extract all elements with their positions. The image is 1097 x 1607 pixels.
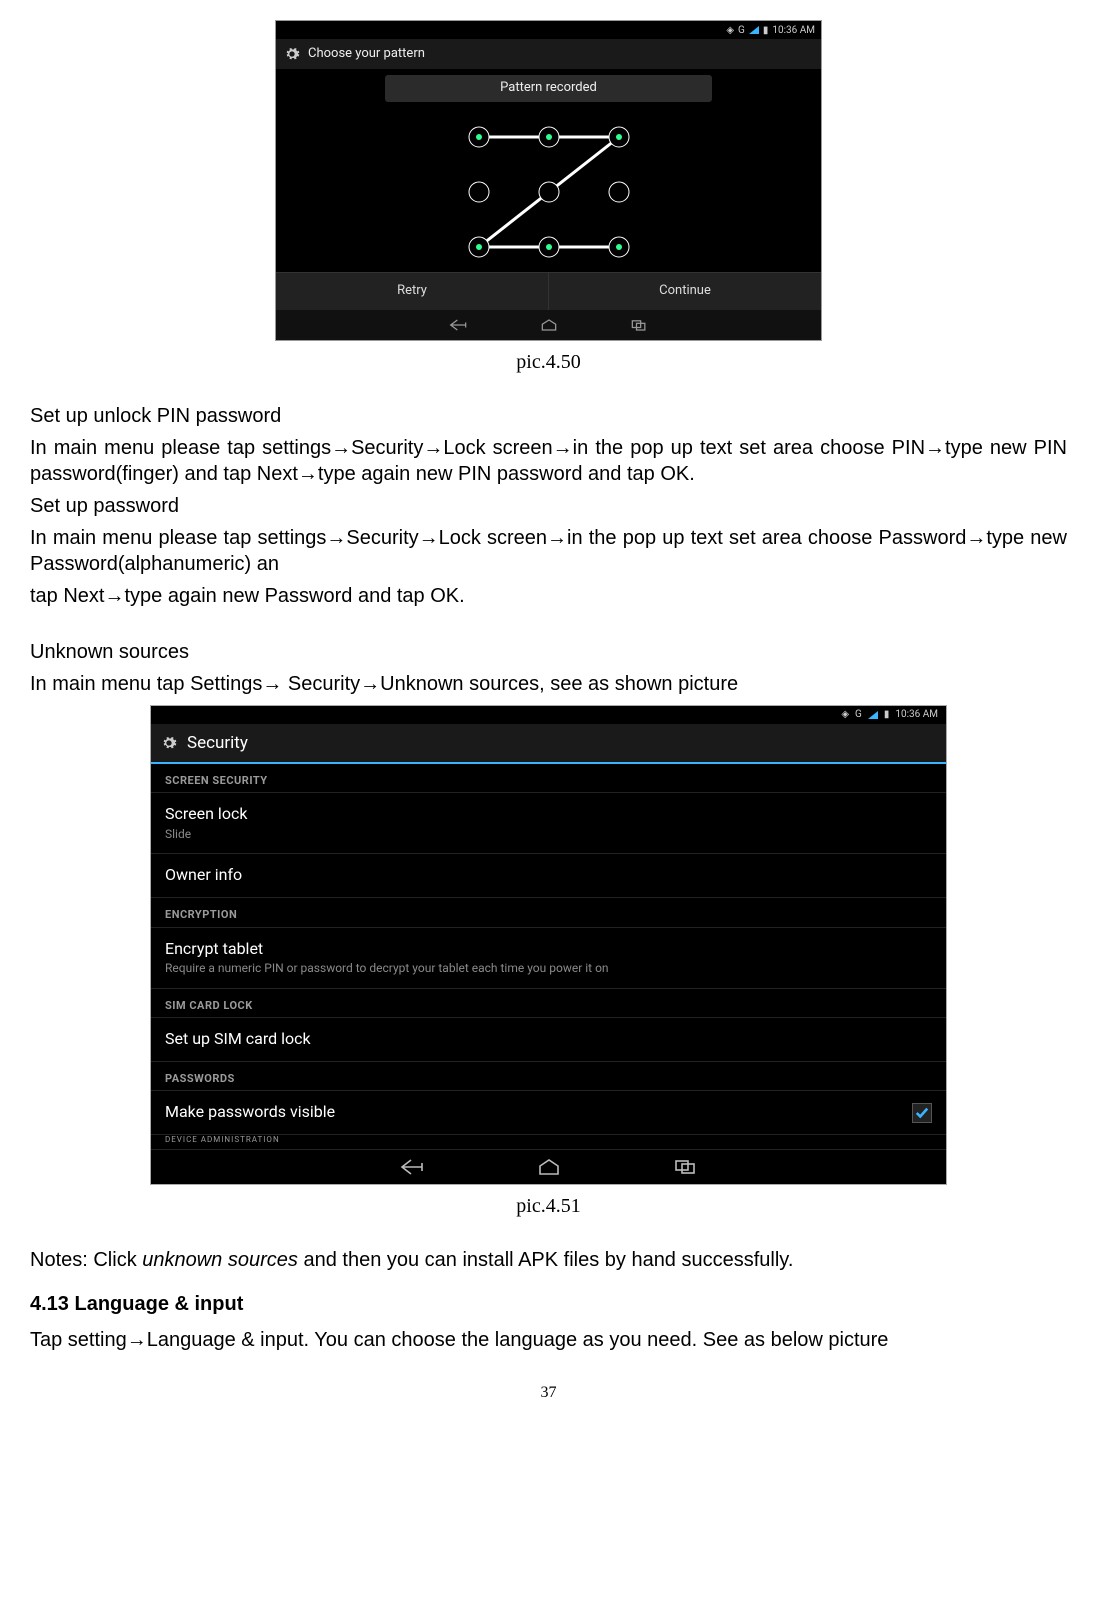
app-bar: Choose your pattern: [276, 39, 821, 69]
category-sim-card-lock: SIM CARD LOCK: [151, 989, 946, 1018]
notes-text: Notes: Click unknown sources and then yo…: [30, 1247, 1067, 1273]
setting-title: Set up SIM card lock: [165, 1029, 311, 1050]
body-text: tap Next→type again new Password and tap…: [30, 583, 1067, 609]
status-bar: ◈ G ▮ 10:36 AM: [276, 21, 821, 39]
gear-icon: [161, 735, 177, 751]
setting-title: Owner info: [165, 865, 242, 886]
setting-owner-info[interactable]: Owner info: [151, 854, 946, 898]
app-bar[interactable]: Security: [151, 724, 946, 764]
setting-sim-card-lock[interactable]: Set up SIM card lock: [151, 1018, 946, 1062]
app-bar-title: Security: [187, 732, 248, 754]
body-text: In main menu tap Settings→ Security→Unkn…: [30, 671, 1067, 697]
home-icon[interactable]: [539, 317, 559, 333]
recent-apps-icon[interactable]: [672, 1157, 698, 1177]
figure-caption-1: pic.4.50: [30, 349, 1067, 375]
setting-subtitle: Slide: [165, 827, 247, 843]
status-time: 10:36 AM: [895, 708, 938, 721]
status-time: 10:36 AM: [772, 24, 815, 37]
recent-apps-icon[interactable]: [629, 317, 649, 333]
system-nav-bar: [276, 310, 821, 340]
system-nav-bar: [151, 1150, 946, 1184]
body-text: In main menu please tap settings→Securit…: [30, 525, 1067, 577]
signal-icon: [868, 711, 878, 719]
gear-icon: [284, 46, 300, 62]
screenshot-security-settings: ◈ G ▮ 10:36 AM Security SCREEN SECURITY …: [150, 705, 947, 1185]
back-icon[interactable]: [400, 1157, 426, 1177]
app-bar-title: Choose your pattern: [308, 46, 425, 63]
notes-prefix: Notes: Click: [30, 1249, 142, 1271]
body-text: Unknown sources: [30, 639, 1067, 665]
category-device-administration-cutoff: DEVICE ADMINISTRATION: [151, 1135, 946, 1150]
continue-button[interactable]: Continue: [549, 273, 821, 310]
setting-passwords-visible[interactable]: Make passwords visible: [151, 1091, 946, 1135]
network-g-icon: G: [855, 708, 862, 721]
setting-encrypt-tablet[interactable]: Encrypt tablet Require a numeric PIN or …: [151, 928, 946, 989]
setting-subtitle: Require a numeric PIN or password to dec…: [165, 961, 609, 977]
category-encryption: ENCRYPTION: [151, 898, 946, 927]
status-bar: ◈ G ▮ 10:36 AM: [151, 706, 946, 724]
setting-title: Screen lock: [165, 804, 247, 825]
body-text: Set up password: [30, 493, 1067, 519]
retry-button[interactable]: Retry: [276, 273, 549, 310]
body-text: Tap setting→Language & input. You can ch…: [30, 1327, 1067, 1353]
toast-pattern-recorded: Pattern recorded: [385, 75, 712, 102]
body-text: Set up unlock PIN password: [30, 403, 1067, 429]
page-number: 37: [30, 1383, 1067, 1404]
checkbox-checked-icon[interactable]: [912, 1103, 932, 1123]
category-passwords: PASSWORDS: [151, 1062, 946, 1091]
notes-italic: unknown sources: [142, 1249, 298, 1271]
notes-suffix: and then you can install APK files by ha…: [298, 1249, 793, 1271]
signal-icon: [749, 26, 759, 34]
pattern-grid[interactable]: [276, 112, 821, 272]
setting-screen-lock[interactable]: Screen lock Slide: [151, 793, 946, 854]
section-heading-413: 4.13 Language & input: [30, 1291, 1067, 1317]
category-screen-security: SCREEN SECURITY: [151, 764, 946, 793]
battery-icon: ▮: [884, 708, 890, 721]
battery-icon: ▮: [763, 24, 769, 37]
back-icon[interactable]: [449, 317, 469, 333]
body-text: In main menu please tap settings→Securit…: [30, 435, 1067, 487]
figure-caption-2: pic.4.51: [30, 1193, 1067, 1219]
network-g-icon: G: [738, 24, 745, 37]
screenshot-choose-pattern: ◈ G ▮ 10:36 AM Choose your pattern Patte…: [275, 20, 822, 341]
setting-title: Make passwords visible: [165, 1102, 335, 1123]
setting-title: Encrypt tablet: [165, 939, 609, 960]
wifi-icon: ◈: [841, 708, 849, 721]
wifi-icon: ◈: [726, 24, 734, 37]
home-icon[interactable]: [536, 1157, 562, 1177]
